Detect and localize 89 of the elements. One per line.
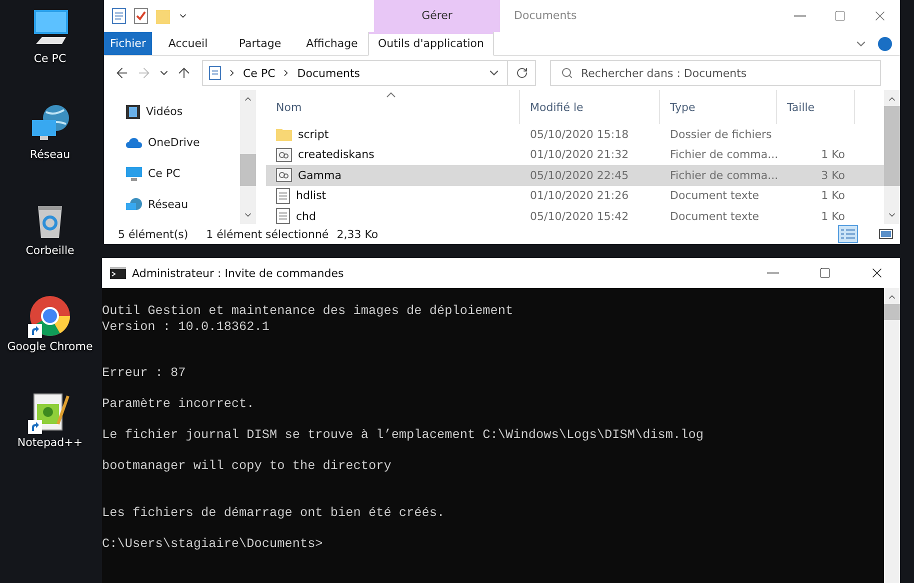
file-row[interactable]: Gamma 05/10/2020 22:45 Fichier de comma... 3 Ko xyxy=(266,165,884,186)
column-header[interactable]: Type xyxy=(660,90,777,124)
document-icon xyxy=(209,66,221,80)
desktop-icon-label[interactable]: Réseau xyxy=(30,148,70,161)
file-name: script xyxy=(298,128,329,141)
context-tab-header: Gérer xyxy=(374,0,500,32)
file-type: Dossier de fichiers xyxy=(669,128,773,141)
minimize-icon xyxy=(767,272,779,274)
console-output-line: Erreur : 87 xyxy=(102,365,187,380)
file-name: hdlist xyxy=(296,189,326,202)
scrollbar-thumb[interactable] xyxy=(240,154,256,186)
desktop-icon-label[interactable]: Corbeille xyxy=(26,244,74,257)
console-icon xyxy=(110,267,126,279)
maximize-icon xyxy=(834,10,846,22)
file-row[interactable]: chd 05/10/2020 15:42 Document texte 1 Ko xyxy=(266,206,884,224)
console-output-line: Paramètre incorrect. xyxy=(102,396,256,412)
console-output-line: Version : 10.0.18362.1 xyxy=(102,318,271,334)
ribbon-tab[interactable]: Outils d'application xyxy=(368,32,494,56)
file-row[interactable]: creatediskans 01/10/2020 21:32 Fichier de comma... 1 Ko xyxy=(266,144,884,166)
file-size: 1 Ko xyxy=(820,210,846,223)
search-icon xyxy=(561,67,573,80)
computer-icon xyxy=(126,166,142,181)
modified-date: 05/10/2020 15:42 xyxy=(529,210,630,223)
file-name: creatediskans xyxy=(298,148,374,162)
console-output-line: Les fichiers de démarrage ont bien été créés. xyxy=(102,504,446,520)
refresh-icon xyxy=(516,67,528,80)
window-title: Administrateur : Invite de commandes xyxy=(132,266,345,280)
breadcrumb[interactable]: Documents xyxy=(297,66,360,80)
file-size: 3 Ko xyxy=(820,168,846,182)
document-icon[interactable] xyxy=(112,8,126,24)
nav-item[interactable]: OneDrive xyxy=(148,136,200,150)
modified-date: 01/10/2020 21:26 xyxy=(529,189,630,202)
sort-ascending-icon xyxy=(386,92,396,98)
file-row[interactable]: hdlist 01/10/2020 21:26 Document texte 1 Ko xyxy=(266,186,884,206)
column-header[interactable]: Nom xyxy=(266,90,520,124)
desktop-icon-label[interactable]: Notepad++ xyxy=(17,436,83,449)
text-file-icon xyxy=(276,208,290,224)
help-icon[interactable] xyxy=(878,36,892,51)
file-size: 1 Ko xyxy=(820,189,846,202)
console-output-line: Le fichier journal DISM se trouve à l’emplacement C:\Windows\Logs\DISM\dism.log xyxy=(102,427,704,442)
file-type: Fichier de comma... xyxy=(669,168,777,182)
maximize-icon xyxy=(819,267,831,279)
breadcrumb[interactable]: Ce PC xyxy=(243,66,276,80)
refresh-button[interactable] xyxy=(508,60,536,86)
file-name: Gamma xyxy=(298,168,342,182)
desktop-icon-label[interactable]: Google Chrome xyxy=(7,340,93,353)
large-icons-icon xyxy=(879,228,893,240)
script-file-icon xyxy=(276,168,292,182)
console-output-line: bootmanager will copy to the directory xyxy=(102,458,392,474)
selection-size: 2,33 Ko xyxy=(336,228,378,241)
nav-item[interactable]: Ce PC xyxy=(148,167,180,180)
console-output-line: Outil Gestion et maintenance des images de déploiement xyxy=(102,303,514,318)
search-field[interactable]: Rechercher dans : Documents xyxy=(581,61,880,86)
item-count: 5 élément(s) xyxy=(118,228,188,241)
modified-date: 05/10/2020 15:18 xyxy=(529,128,630,141)
file-row[interactable]: script 05/10/2020 15:18 Dossier de fichiers xyxy=(266,124,884,145)
nav-item[interactable]: Réseau xyxy=(148,198,188,212)
film-icon xyxy=(126,104,140,119)
address-bar[interactable]: Ce PC Documents xyxy=(202,60,508,86)
file-type: Document texte xyxy=(669,189,760,202)
file-size: 1 Ko xyxy=(820,148,846,162)
file-type: Fichier de comma... xyxy=(669,148,777,162)
console-output-line: C:\Users\stagiaire\Documents> xyxy=(102,536,324,551)
scrollbar-thumb[interactable] xyxy=(884,106,900,186)
column-header[interactable]: Taille xyxy=(777,90,855,124)
file-list-scrollbar[interactable] xyxy=(884,90,900,224)
modified-date: 05/10/2020 22:45 xyxy=(529,168,630,182)
text-file-icon xyxy=(276,188,290,204)
desktop-icon-label[interactable]: Ce PC xyxy=(34,52,66,65)
nav-scrollbar[interactable] xyxy=(240,90,256,224)
network-icon xyxy=(126,198,142,212)
properties-checkmark-icon[interactable] xyxy=(134,8,148,24)
scrollbar-thumb[interactable] xyxy=(884,304,900,320)
folder-icon xyxy=(276,127,292,142)
search-box[interactable]: Rechercher dans : Documents xyxy=(550,60,881,86)
ribbon-tab[interactable]: Fichier xyxy=(104,32,152,56)
file-name: chd xyxy=(296,210,316,223)
nav-item[interactable]: Vidéos xyxy=(146,105,183,118)
minimize-icon xyxy=(794,14,806,17)
window-title: Documents xyxy=(513,8,578,24)
console-scrollbar[interactable] xyxy=(884,288,900,583)
details-list-icon xyxy=(841,228,855,240)
column-header[interactable]: Modifié le xyxy=(520,90,660,124)
cloud-icon xyxy=(126,136,142,149)
script-file-icon xyxy=(276,148,292,162)
details-view-button[interactable] xyxy=(838,225,858,244)
file-type: Document texte xyxy=(669,210,760,223)
selection-info: 1 élément sélectionné xyxy=(206,228,329,241)
modified-date: 01/10/2020 21:32 xyxy=(529,148,630,162)
